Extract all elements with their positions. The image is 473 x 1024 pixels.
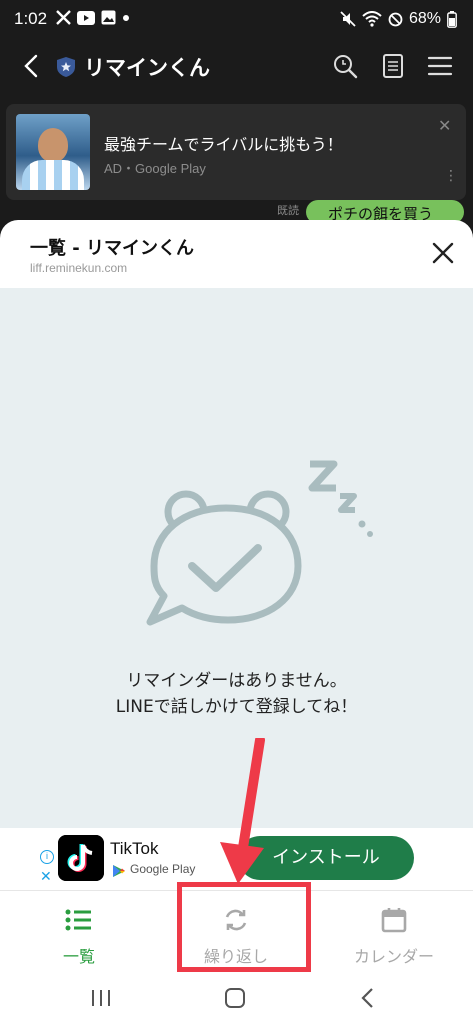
notification-icons <box>56 10 130 25</box>
calendar-icon <box>381 908 407 933</box>
dot-icon <box>123 14 129 21</box>
google-play-icon <box>113 865 125 877</box>
ad-close-icon[interactable]: ✕ <box>438 116 451 135</box>
wifi-icon <box>362 11 382 27</box>
youtube-icon <box>77 10 95 25</box>
empty-message-line2: LINEで話しかけて登録してね！ <box>115 697 358 717</box>
back-button[interactable] <box>18 52 46 80</box>
tiktok-logo-icon <box>58 835 104 881</box>
sheet-url: liff.reminekun.com <box>30 261 128 275</box>
mute-icon <box>340 11 356 27</box>
system-icons: 68% <box>340 10 457 28</box>
ad-store-label: Google Play <box>130 862 196 876</box>
chat-header: リマインくん <box>0 40 473 94</box>
close-icon[interactable] <box>430 240 456 266</box>
sheet-title: 一覧 - リマインくん <box>30 238 195 259</box>
ad-info-icon[interactable]: i <box>40 850 54 864</box>
note-icon[interactable] <box>380 53 406 79</box>
chat-title: リマインくん <box>84 56 210 80</box>
tab-calendar[interactable]: カレンダー <box>315 891 473 973</box>
status-time: 1:02 <box>14 9 48 28</box>
ad-app-name: TikTok <box>110 839 159 858</box>
tab-list-label: 一覧 <box>62 947 95 966</box>
official-shield-icon <box>57 57 75 77</box>
ad-more-icon[interactable]: ⋮ <box>444 168 458 184</box>
recents-icon[interactable] <box>90 988 112 1008</box>
ad-dismiss-icon[interactable]: ✕ <box>40 868 52 885</box>
read-receipt: 既読 <box>277 204 299 217</box>
gallery-icon <box>101 10 116 25</box>
android-nav-bar <box>0 972 473 1024</box>
annotation-highlight-box <box>177 882 311 972</box>
ad-title: 最強チームでライバルに挑もう！ <box>104 135 343 154</box>
back-nav-icon[interactable] <box>360 987 376 1009</box>
battery-percent: 68% <box>408 10 441 27</box>
tab-list[interactable]: 一覧 <box>0 891 158 973</box>
status-bar: 1:02 68% <box>0 0 473 40</box>
ad-thumbnail <box>16 114 90 190</box>
empty-reminder-illustration <box>146 460 373 626</box>
blocked-icon <box>388 12 403 26</box>
list-icon <box>65 909 91 931</box>
x-app-icon <box>56 10 71 25</box>
chat-ad-banner[interactable]: 最強チームでライバルに挑もう！ AD・Google Play ✕ ⋮ <box>6 104 466 200</box>
menu-icon[interactable] <box>427 53 453 79</box>
tab-calendar-label: カレンダー <box>353 947 434 966</box>
battery-icon <box>447 10 457 28</box>
home-icon[interactable] <box>224 987 246 1009</box>
annotation-arrow <box>220 738 265 884</box>
search-icon[interactable] <box>332 53 358 79</box>
ad-subtitle: AD・Google Play <box>104 161 206 176</box>
empty-message-line1: リマインダーはありません。 <box>126 671 347 691</box>
